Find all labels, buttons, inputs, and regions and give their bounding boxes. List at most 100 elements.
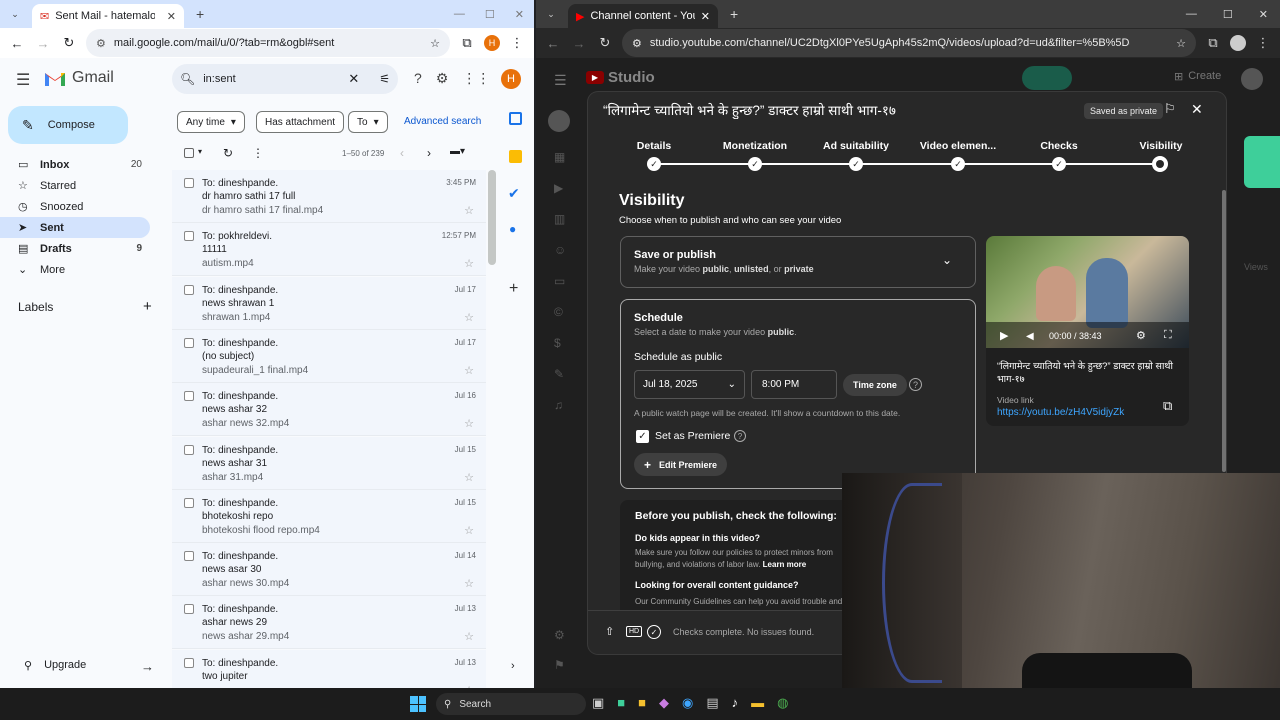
nav-item-sent[interactable]: ➤ Sent — [0, 217, 150, 238]
audio-library-icon[interactable]: ♫ — [554, 398, 566, 412]
nav-item-starred[interactable]: ☆ Starred — [0, 175, 150, 196]
star-toggle-icon[interactable]: ☆ — [464, 630, 474, 643]
help-icon[interactable]: ? — [734, 430, 746, 442]
folder-icon[interactable]: ▬ — [751, 695, 764, 711]
star-toggle-icon[interactable]: ☆ — [464, 311, 474, 324]
report-issue-icon[interactable]: ⚐ — [1164, 101, 1176, 117]
back-icon[interactable]: ← — [8, 36, 26, 51]
keep-icon[interactable] — [509, 150, 522, 163]
play-icon[interactable]: ▶ — [1000, 329, 1008, 342]
mail-checkbox[interactable] — [184, 391, 194, 402]
mail-row[interactable]: To: dineshpande. bhotekoshi repo bhotekosh… — [172, 489, 486, 543]
create-button[interactable]: ⊞ Create — [1174, 70, 1221, 83]
gmail-logo[interactable]: Gmail — [44, 69, 114, 87]
help-icon[interactable]: ? — [909, 378, 922, 391]
main-menu-icon[interactable]: ☰ — [16, 70, 30, 90]
close-tab-icon[interactable]: ✕ — [167, 10, 176, 23]
star-toggle-icon[interactable]: ☆ — [464, 204, 474, 217]
add-label-icon[interactable]: + — [143, 298, 152, 315]
mail-checkbox[interactable] — [184, 657, 194, 668]
filter-any-time[interactable]: Any time ▾ — [177, 111, 245, 133]
expand-chevron-icon[interactable]: ⌄ — [942, 253, 952, 267]
star-toggle-icon[interactable]: ☆ — [464, 524, 474, 537]
taskbar-search[interactable]: ⚲ Search — [436, 693, 586, 715]
back-icon[interactable]: ← — [544, 36, 562, 51]
forward-icon[interactable]: → — [34, 36, 52, 51]
help-icon[interactable]: ? — [414, 70, 422, 87]
bookmark-star-icon[interactable]: ☆ — [430, 37, 440, 50]
close-dialog-icon[interactable]: ✕ — [1191, 101, 1203, 118]
close-window-icon[interactable]: ✕ — [515, 8, 524, 21]
studio-settings-icon[interactable]: ⚙ — [554, 628, 565, 642]
browser-menu-icon[interactable]: ⋮ — [508, 35, 526, 51]
close-tab-icon[interactable]: ✕ — [701, 10, 710, 23]
refresh-icon[interactable]: ↻ — [223, 146, 233, 160]
mail-row[interactable]: To: dineshpande. news ashar 32 ashar news … — [172, 383, 486, 437]
profile-avatar[interactable] — [1230, 35, 1246, 51]
channel-switch[interactable] — [1022, 66, 1072, 90]
yt-url-bar[interactable]: ⚙ studio.youtube.com/channel/UC2DtgXl0PY… — [622, 29, 1196, 57]
mail-row[interactable]: To: dineshpande. news shrawan 1 shrawan 1.… — [172, 276, 486, 330]
step-video-elements[interactable]: Video elemen... — [913, 140, 1003, 152]
site-info-icon[interactable]: ⚙ — [96, 37, 106, 50]
nav-item-inbox[interactable]: ▭ Inbox 20 — [0, 154, 150, 175]
more-options-icon[interactable]: ⋮ — [252, 146, 264, 160]
apps-grid-icon[interactable]: ⋮⋮ — [462, 70, 490, 87]
maximize-icon[interactable]: ☐ — [1223, 8, 1233, 21]
prev-page-icon[interactable]: ‹ — [400, 146, 404, 160]
mail-row[interactable]: To: dineshpande. ashar news 29 news ashar … — [172, 596, 486, 650]
next-page-icon[interactable]: › — [427, 146, 431, 160]
task-view-icon[interactable]: ▣ — [592, 695, 604, 711]
mail-row[interactable]: To: dineshpande. dr hamro sathi 17 full dr… — [172, 170, 486, 223]
star-toggle-icon[interactable]: ☆ — [464, 417, 474, 430]
mail-row[interactable]: To: dineshpande. news ashar 31 ashar 31.mp… — [172, 436, 486, 490]
select-caret-icon[interactable]: ▾ — [198, 147, 202, 156]
tiktok-icon[interactable]: ♪ — [732, 695, 739, 711]
input-tools-icon[interactable]: ▬▾ — [450, 146, 465, 157]
windows-start-icon[interactable] — [410, 696, 426, 712]
settings-gear-icon[interactable]: ⚙ — [1136, 329, 1146, 342]
dialog-scrollbar[interactable] — [1222, 190, 1226, 472]
reload-icon[interactable]: ↻ — [596, 35, 614, 51]
earn-icon[interactable]: $ — [554, 336, 566, 350]
scrollbar[interactable] — [488, 170, 496, 265]
chrome-icon[interactable]: ◍ — [777, 695, 788, 711]
new-tab-icon[interactable]: + — [730, 6, 738, 22]
tab-search-icon[interactable]: ⌄ — [6, 9, 24, 20]
step-visibility[interactable]: Visibility — [1116, 140, 1206, 152]
gmail-url-bar[interactable]: ⚙ mail.google.com/mail/u/0/?tab=rm&ogbl#… — [86, 29, 450, 57]
mail-checkbox[interactable] — [184, 178, 194, 188]
minimize-icon[interactable]: — — [1186, 8, 1197, 21]
filter-has-attachment[interactable]: Has attachment — [256, 111, 345, 133]
feedback-icon[interactable]: ⚑ — [554, 658, 565, 672]
site-info-icon[interactable]: ⚙ — [632, 37, 642, 50]
star-toggle-icon[interactable]: ☆ — [464, 364, 474, 377]
settings-gear-icon[interactable]: ⚙ — [436, 70, 449, 87]
content-icon[interactable]: ▶ — [554, 181, 566, 195]
nav-item-more[interactable]: ⌄ More — [0, 259, 150, 280]
forward-icon[interactable]: → — [570, 36, 588, 51]
account-avatar[interactable]: H — [501, 69, 521, 89]
search-options-icon[interactable]: ⚟ — [379, 72, 390, 86]
step-monetization[interactable]: Monetization — [710, 140, 800, 152]
search-icon[interactable]: 🔍︎ — [180, 72, 195, 86]
mail-checkbox[interactable] — [184, 337, 194, 348]
new-tab-icon[interactable]: + — [196, 6, 204, 22]
star-toggle-icon[interactable]: ☆ — [464, 577, 474, 590]
step-checks[interactable]: Checks — [1014, 140, 1104, 152]
edit-premiere-button[interactable]: + Edit Premiere — [634, 453, 728, 476]
mail-search-bar[interactable]: 🔍︎ in:sent ✕ ⚟ — [172, 64, 398, 94]
mail-checkbox[interactable] — [184, 604, 194, 615]
upgrade-link[interactable]: ⚲ Upgrade → — [24, 659, 154, 674]
copyright-icon[interactable]: © — [554, 305, 566, 319]
star-toggle-icon[interactable]: ☆ — [464, 257, 474, 270]
add-addon-icon[interactable]: + — [509, 280, 518, 298]
mail-checkbox[interactable] — [184, 231, 194, 242]
clear-search-icon[interactable]: ✕ — [348, 71, 359, 87]
calendar-icon[interactable] — [509, 112, 522, 125]
channel-thumbnail[interactable] — [548, 110, 570, 132]
premiere-checkbox[interactable]: ✓ — [636, 430, 649, 443]
extensions-icon[interactable]: ⧉ — [1204, 35, 1222, 51]
analytics-icon[interactable]: ▥ — [554, 212, 566, 226]
extensions-icon[interactable]: ⧉ — [458, 35, 476, 51]
